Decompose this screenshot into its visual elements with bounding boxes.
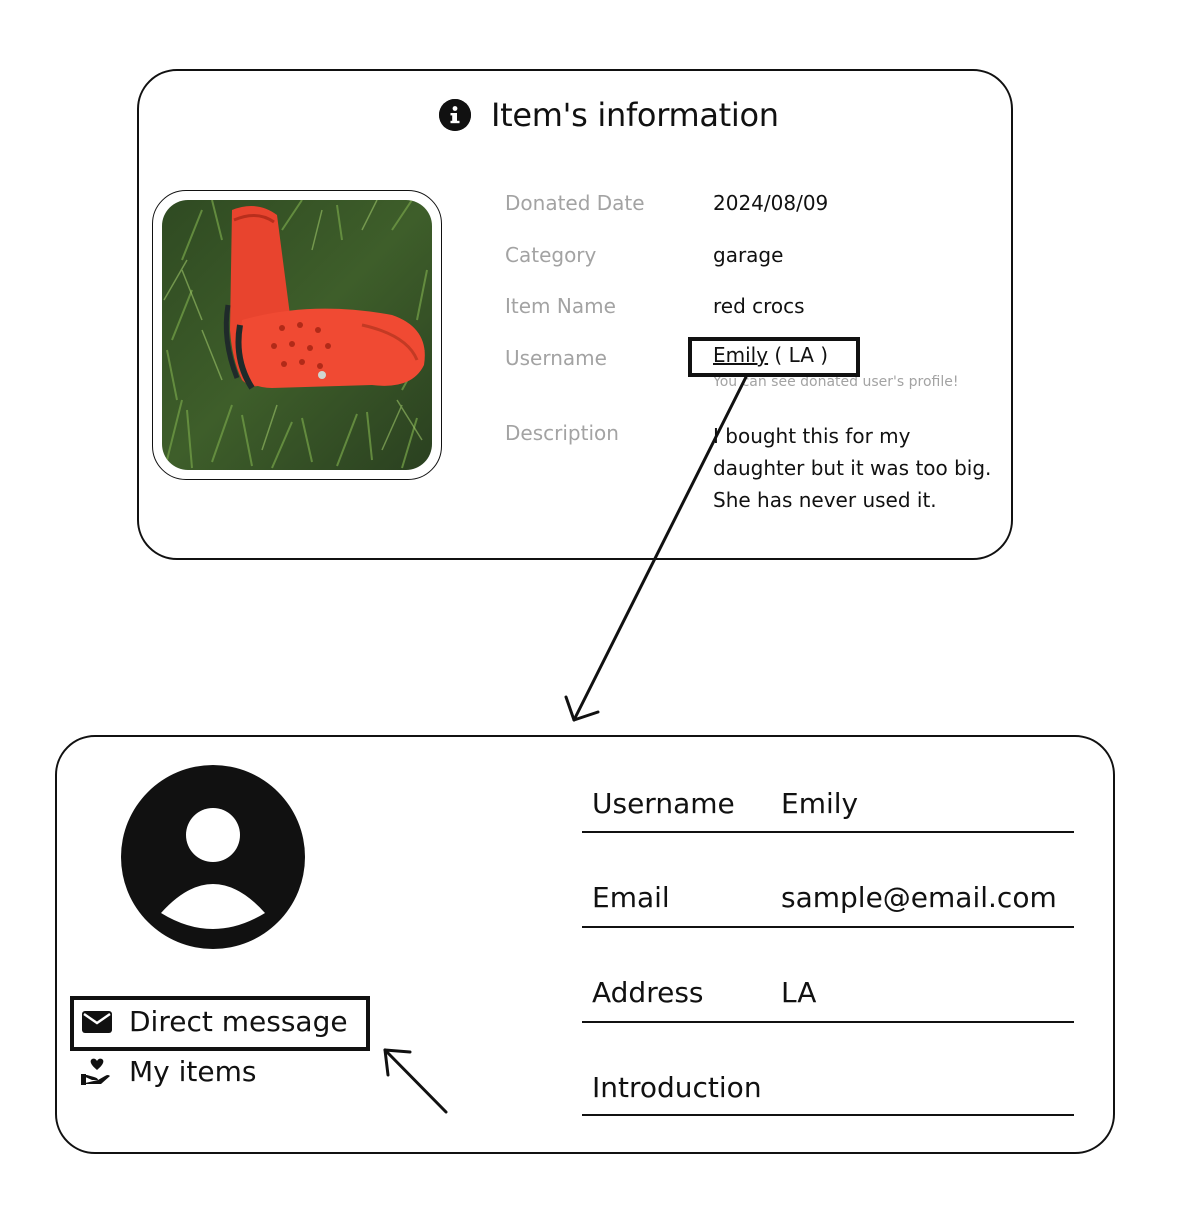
item-photo-frame bbox=[152, 190, 442, 480]
donated-date-value: 2024/08/09 bbox=[713, 191, 829, 215]
item-information-card: Item's information Donated Date 2024/08/… bbox=[137, 69, 1013, 560]
direct-message-label: Direct message bbox=[129, 1005, 348, 1038]
description-label: Description bbox=[505, 421, 619, 445]
profile-username-value: Emily bbox=[781, 787, 859, 820]
item-name-label: Item Name bbox=[505, 294, 616, 318]
my-items-label: My items bbox=[129, 1055, 257, 1088]
my-items-button[interactable]: My items bbox=[81, 1055, 256, 1088]
info-circle-icon bbox=[439, 99, 471, 131]
user-profile-card: Direct message My items Username Emily E… bbox=[55, 735, 1115, 1154]
username-label: Username bbox=[505, 346, 607, 370]
item-name-value: red crocs bbox=[713, 294, 805, 318]
profile-address-value: LA bbox=[781, 976, 817, 1009]
direct-message-button[interactable]: Direct message bbox=[81, 1005, 348, 1038]
item-title-row: Item's information bbox=[439, 95, 779, 135]
donated-date-label: Donated Date bbox=[505, 191, 645, 215]
category-label: Category bbox=[505, 243, 597, 267]
introduction-divider bbox=[582, 1114, 1074, 1116]
profile-introduction-label: Introduction bbox=[592, 1071, 762, 1104]
hand-heart-icon bbox=[81, 1058, 113, 1086]
profile-email-label: Email bbox=[592, 881, 670, 914]
user-circle-icon bbox=[121, 765, 305, 949]
item-info-title: Item's information bbox=[491, 96, 779, 134]
profile-email-value: sample@email.com bbox=[781, 881, 1057, 914]
profile-username-label: Username bbox=[592, 787, 735, 820]
envelope-icon bbox=[81, 1008, 113, 1036]
profile-address-label: Address bbox=[592, 976, 704, 1009]
username-highlight-box bbox=[688, 337, 860, 377]
username-divider bbox=[582, 831, 1074, 833]
email-divider bbox=[582, 926, 1074, 928]
description-value: I bought this for my daughter but it was… bbox=[713, 424, 992, 512]
item-photo bbox=[162, 200, 432, 470]
address-divider bbox=[582, 1021, 1074, 1023]
category-value: garage bbox=[713, 243, 784, 267]
